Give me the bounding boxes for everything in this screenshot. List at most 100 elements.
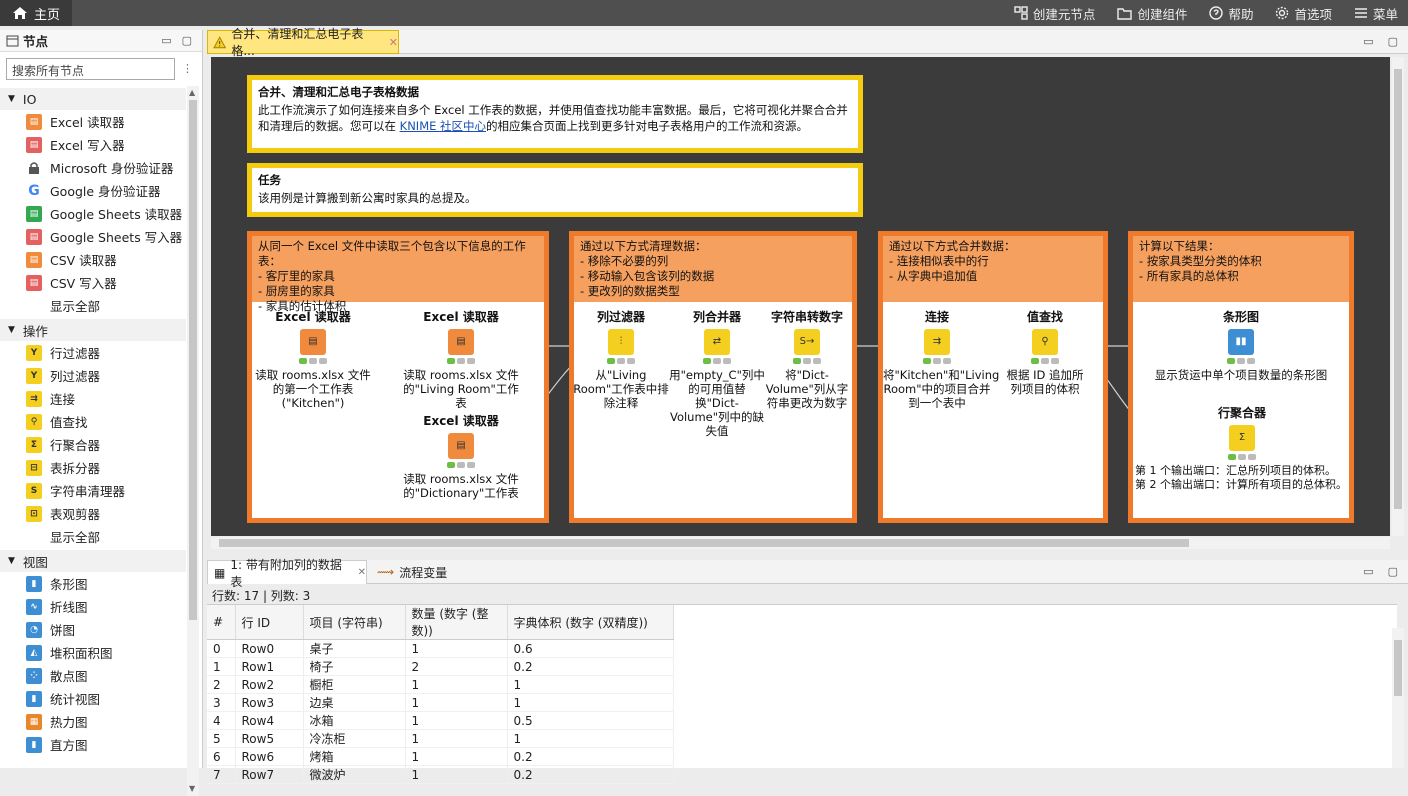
column-header[interactable]: 数量 (数字 (整数)) bbox=[405, 605, 508, 640]
annotation-intro[interactable]: 合并、清理和汇总电子表格数据 此工作流演示了如何连接来自多个 Excel 工作表… bbox=[247, 75, 863, 153]
maximize-icon[interactable]: ▢ bbox=[1388, 565, 1398, 578]
help-button[interactable]: 帮助 bbox=[1209, 4, 1253, 23]
value-lookup-node[interactable]: 值查找 ⚲ 根据 ID 追加所列项目的体积 bbox=[1001, 310, 1089, 396]
search-options-icon[interactable]: ⋮ bbox=[182, 62, 193, 75]
scroll-thumb[interactable] bbox=[1394, 69, 1402, 509]
column-header[interactable]: 项目 (字符串) bbox=[303, 605, 406, 640]
column-header[interactable]: 行 ID bbox=[235, 605, 304, 640]
tab-flow-variables[interactable]: ⟿ 流程变量 bbox=[371, 560, 471, 584]
workflow-tab[interactable]: 合并、清理和汇总电子表格... ✕ bbox=[207, 27, 399, 58]
maximize-icon[interactable]: ▢ bbox=[182, 34, 192, 47]
help-label: 帮助 bbox=[1228, 6, 1254, 22]
excel-reader-icon[interactable]: ▤ bbox=[448, 433, 474, 459]
workflow-canvas[interactable]: 合并、清理和汇总电子表格数据 此工作流演示了如何连接来自多个 Excel 工作表… bbox=[211, 57, 1390, 536]
node-heatmap[interactable]: ▦ 热力图 bbox=[0, 710, 186, 733]
table-row[interactable]: 1 Row1 椅子 2 0.2 bbox=[207, 657, 674, 676]
column-merger-node[interactable]: 列合并器 ⇄ 用"empty_C"列中的可用值替换"Dict-Volume"列中… bbox=[669, 310, 765, 438]
concatenate-node[interactable]: 连接 ⇉ 将"Kitchen"和"Living Room"中的项目合并到一个表中 bbox=[883, 310, 999, 410]
canvas-vertical-scrollbar[interactable] bbox=[1392, 57, 1404, 536]
node-row-aggregator[interactable]: Σ 行聚合器 bbox=[0, 433, 186, 456]
table-row[interactable]: 6 Row6 烤箱 1 0.2 bbox=[207, 747, 674, 766]
excel-reader-icon[interactable]: ▤ bbox=[448, 329, 474, 355]
node-table-cropper[interactable]: ⊡ 表观剪器 bbox=[0, 502, 186, 525]
category-manipulation[interactable]: ▼ 操作 bbox=[0, 319, 186, 341]
table-row[interactable]: 4 Row4 冰箱 1 0.5 bbox=[207, 711, 674, 730]
scroll-thumb[interactable] bbox=[219, 539, 1189, 547]
excel-reader-node-2[interactable]: Excel 读取器 ▤ 读取 rooms.xlsx 文件的"Living Roo… bbox=[399, 310, 523, 410]
node-csv-writer[interactable]: ▤ CSV 写入器 bbox=[0, 271, 186, 294]
menu-button[interactable]: 菜单 bbox=[1354, 4, 1398, 23]
repository-scrollbar[interactable]: ▲ ▼ bbox=[187, 86, 199, 796]
node-value-lookup[interactable]: ⚲ 值查找 bbox=[0, 410, 186, 433]
column-header[interactable]: # bbox=[207, 605, 236, 640]
tab-data-table[interactable]: ▦ 1: 带有附加列的数据表 ✕ bbox=[207, 558, 367, 589]
scroll-down-icon[interactable]: ▼ bbox=[189, 784, 195, 793]
preferences-button[interactable]: 首选项 bbox=[1275, 4, 1332, 23]
node-statistics-view[interactable]: ▮ 统计视图 bbox=[0, 687, 186, 710]
table-cell: 2 bbox=[207, 675, 236, 694]
excel-reader-node-3[interactable]: Excel 读取器 ▤ 读取 rooms.xlsx 文件的"Dictionary… bbox=[399, 414, 523, 500]
node-concatenate[interactable]: ⇉ 连接 bbox=[0, 387, 186, 410]
node-google-sheets-writer[interactable]: ▤ Google Sheets 写入器 bbox=[0, 225, 186, 248]
table-row[interactable]: 5 Row5 冷冻柜 1 1 bbox=[207, 729, 674, 748]
node-bar-chart[interactable]: ▮ 条形图 bbox=[0, 572, 186, 595]
close-icon[interactable]: ✕ bbox=[358, 567, 366, 578]
node-google-sheets-reader[interactable]: ▤ Google Sheets 读取器 bbox=[0, 202, 186, 225]
node-pie-chart[interactable]: ◔ 饼图 bbox=[0, 618, 186, 641]
node-table-splitter[interactable]: ⊟ 表拆分器 bbox=[0, 456, 186, 479]
scroll-thumb[interactable] bbox=[189, 100, 197, 620]
column-header[interactable]: 字典体积 (数字 (双精度)) bbox=[507, 605, 674, 640]
excel-reader-node-1[interactable]: Excel 读取器 ▤ 读取 rooms.xlsx 文件的第一个工作表 ("Ki… bbox=[251, 310, 375, 410]
table-row[interactable]: 3 Row3 边桌 1 1 bbox=[207, 693, 674, 712]
home-tab[interactable]: 主页 bbox=[0, 0, 72, 26]
excel-reader-icon[interactable]: ▤ bbox=[300, 329, 326, 355]
minimize-icon[interactable]: ▭ bbox=[1363, 35, 1373, 48]
node-google-auth[interactable]: G Google 身份验证器 bbox=[0, 179, 186, 202]
value-lookup-icon[interactable]: ⚲ bbox=[1032, 329, 1058, 355]
column-merger-icon[interactable]: ⇄ bbox=[704, 329, 730, 355]
table-scrollbar[interactable] bbox=[1392, 628, 1404, 768]
minimize-icon[interactable]: ▭ bbox=[1363, 565, 1373, 578]
table-row[interactable]: 7 Row7 微波炉 1 0.2 bbox=[207, 765, 674, 784]
community-hub-link[interactable]: KNIME 社区中心 bbox=[400, 119, 486, 133]
node-repository-title: 节点 bbox=[23, 34, 49, 49]
category-views[interactable]: ▼ 视图 bbox=[0, 550, 186, 572]
category-io[interactable]: ▼ IO bbox=[0, 88, 186, 110]
column-filter-node[interactable]: 列过滤器 ⫶ 从"Living Room"工作表中排除注释 bbox=[571, 310, 671, 410]
table-row[interactable]: 2 Row2 橱柜 1 1 bbox=[207, 675, 674, 694]
annotation-task[interactable]: 任务 该用例是计算搬到新公寓时家具的总提及。 bbox=[247, 163, 863, 217]
maximize-icon[interactable]: ▢ bbox=[1388, 35, 1398, 48]
node-microsoft-auth[interactable]: Microsoft 身份验证器 bbox=[0, 156, 186, 179]
node-search-input[interactable]: 搜索所有节点 bbox=[6, 58, 175, 80]
node-scatter-plot[interactable]: ⁘ 散点图 bbox=[0, 664, 186, 687]
show-all-manipulation[interactable]: 显示全部 bbox=[0, 525, 186, 548]
node-excel-reader[interactable]: ▤ Excel 读取器 bbox=[0, 110, 186, 133]
node-string-cleaner[interactable]: S 字符串清理器 bbox=[0, 479, 186, 502]
column-filter-icon[interactable]: ⫶ bbox=[608, 329, 634, 355]
node-description: 将"Dict-Volume"列从字符串更改为数字 bbox=[765, 368, 849, 410]
close-icon[interactable]: ✕ bbox=[389, 36, 398, 49]
scroll-thumb[interactable] bbox=[1394, 640, 1402, 696]
node-column-filter[interactable]: Y 列过滤器 bbox=[0, 364, 186, 387]
table-row[interactable]: 0 Row0 桌子 1 0.6 bbox=[207, 639, 674, 658]
string-to-number-icon[interactable]: S→ bbox=[794, 329, 820, 355]
concatenate-icon[interactable]: ⇉ bbox=[924, 329, 950, 355]
bar-chart-icon[interactable]: ▮▮ bbox=[1228, 329, 1254, 355]
node-stacked-area[interactable]: ◭ 堆积面积图 bbox=[0, 641, 186, 664]
string-to-number-node[interactable]: 字符串转数字 S→ 将"Dict-Volume"列从字符串更改为数字 bbox=[765, 310, 849, 410]
node-histogram[interactable]: ▮ 直方图 bbox=[0, 733, 186, 756]
show-all-io[interactable]: 显示全部 bbox=[0, 294, 186, 317]
node-excel-writer[interactable]: ▤ Excel 写入器 bbox=[0, 133, 186, 156]
node-line-chart[interactable]: ∿ 折线图 bbox=[0, 595, 186, 618]
node-label: 值查找 bbox=[50, 415, 88, 430]
node-csv-reader[interactable]: ▤ CSV 读取器 bbox=[0, 248, 186, 271]
row-aggregator-icon[interactable]: Σ bbox=[1229, 425, 1255, 451]
row-aggregator-node[interactable]: 行聚合器 Σ 第 1 个输出端口：汇总所列项目的体积。 第 2 个输出端口：计算… bbox=[1135, 406, 1349, 492]
minimize-icon[interactable]: ▭ bbox=[161, 34, 171, 47]
node-row-filter[interactable]: Y 行过滤器 bbox=[0, 341, 186, 364]
bar-chart-node[interactable]: 条形图 ▮▮ 显示货运中单个项目数量的条形图 bbox=[1135, 310, 1347, 382]
create-metanode-button[interactable]: 创建元节点 bbox=[1014, 4, 1095, 23]
create-component-button[interactable]: 创建组件 bbox=[1117, 4, 1187, 23]
canvas-horizontal-scrollbar[interactable] bbox=[211, 537, 1390, 549]
scroll-up-icon[interactable]: ▲ bbox=[189, 88, 195, 97]
